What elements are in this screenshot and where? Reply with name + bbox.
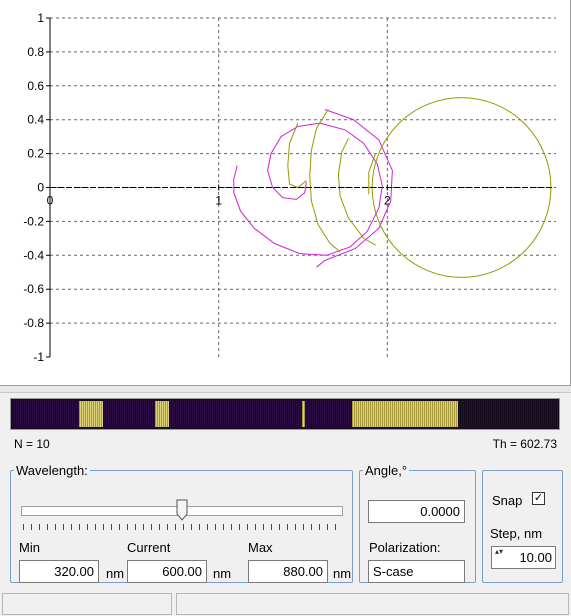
series-line [287, 122, 307, 189]
status-pane-right [176, 593, 569, 615]
step-value: 10.00 [519, 550, 552, 565]
y-tick-label: -0.2 [23, 214, 44, 228]
angle-title: Angle,° [365, 463, 408, 478]
min-unit: nm [106, 566, 125, 581]
stripe-segment [168, 401, 303, 427]
angle-input[interactable]: 0.0000 [368, 500, 465, 523]
min-label: Min [19, 540, 40, 555]
stripe-segment [103, 401, 155, 427]
polarization-select[interactable]: S-case [368, 560, 465, 583]
stripe-segment [351, 401, 458, 427]
max-wavelength-input[interactable]: 880.00 [248, 560, 328, 583]
y-tick-label: 0.6 [27, 79, 44, 93]
wavelength-group: Wavelength: Min Current Max 320.00 nm 60… [10, 463, 353, 583]
stripe-segment [78, 401, 104, 427]
color-stripe-panel: N = 10 Th = 602.73 [8, 396, 561, 454]
step-label: Step, nm [490, 526, 543, 541]
app-window: 1 0.8 0.6 0.4 0.2 0 -0.2 -0.4 -0.6 -0.8 -1 0 1 2 N = … [0, 0, 571, 616]
current-label: Current [127, 540, 171, 555]
spin-arrows-icon[interactable]: ▴▾ [492, 547, 506, 568]
slider-ticks [23, 524, 343, 530]
stripe-segment [457, 401, 559, 427]
x-tick-label: 2 [384, 194, 391, 208]
status-pane-left [2, 593, 172, 615]
series-line [233, 122, 383, 256]
splitter-handle[interactable] [0, 386, 571, 393]
y-tick-label: -0.8 [23, 316, 44, 330]
snap-checkbox[interactable]: ✓ [532, 492, 545, 505]
color-stripe [10, 398, 560, 430]
wavelength-slider-thumb[interactable] [176, 499, 188, 521]
y-tick-label: -0.6 [23, 282, 44, 296]
th-readout: Th = 602.73 [492, 437, 557, 451]
plot-area: 1 0.8 0.6 0.4 0.2 0 -0.2 -0.4 -0.6 -0.8 -1 0 1 2 [0, 0, 571, 386]
max-label: Max [248, 540, 273, 555]
y-tick-label: 0.2 [27, 147, 44, 161]
polarization-label: Polarization: [369, 540, 441, 555]
stripe-segment [154, 401, 169, 427]
stripe-segment [305, 401, 352, 427]
reflection-chart: 10.80.60.40.20-0.2-0.4-0.6-0.8-10 1 2 [23, 11, 556, 364]
series-line [337, 138, 376, 246]
angle-group: Angle,° 0.0000 Polarization: S-case [359, 463, 476, 583]
y-tick-label: -1 [33, 350, 44, 364]
n-readout: N = 10 [14, 437, 50, 451]
max-unit: nm [333, 566, 352, 581]
status-bar [0, 591, 571, 616]
snap-label: Snap [492, 493, 523, 508]
current-unit: nm [213, 566, 232, 581]
min-wavelength-input[interactable]: 320.00 [19, 560, 99, 583]
y-tick-label: 0.8 [27, 45, 44, 59]
y-tick-label: 1 [37, 11, 44, 25]
series-line [309, 109, 341, 253]
current-wavelength-input[interactable]: 600.00 [127, 560, 207, 583]
x-tick-label: 1 [215, 194, 222, 208]
y-tick-label: -0.4 [23, 248, 44, 262]
snap-group: Snap ✓ Step, nm ▴▾ 10.00 [482, 470, 563, 583]
stripe-segment [13, 401, 79, 427]
y-tick-label: 0 [37, 181, 44, 195]
step-spinbox[interactable]: ▴▾ 10.00 [491, 546, 556, 569]
x-tick-label: 0 [47, 194, 54, 208]
y-tick-label: 0.4 [27, 113, 44, 127]
wavelength-title: Wavelength: [16, 463, 88, 478]
